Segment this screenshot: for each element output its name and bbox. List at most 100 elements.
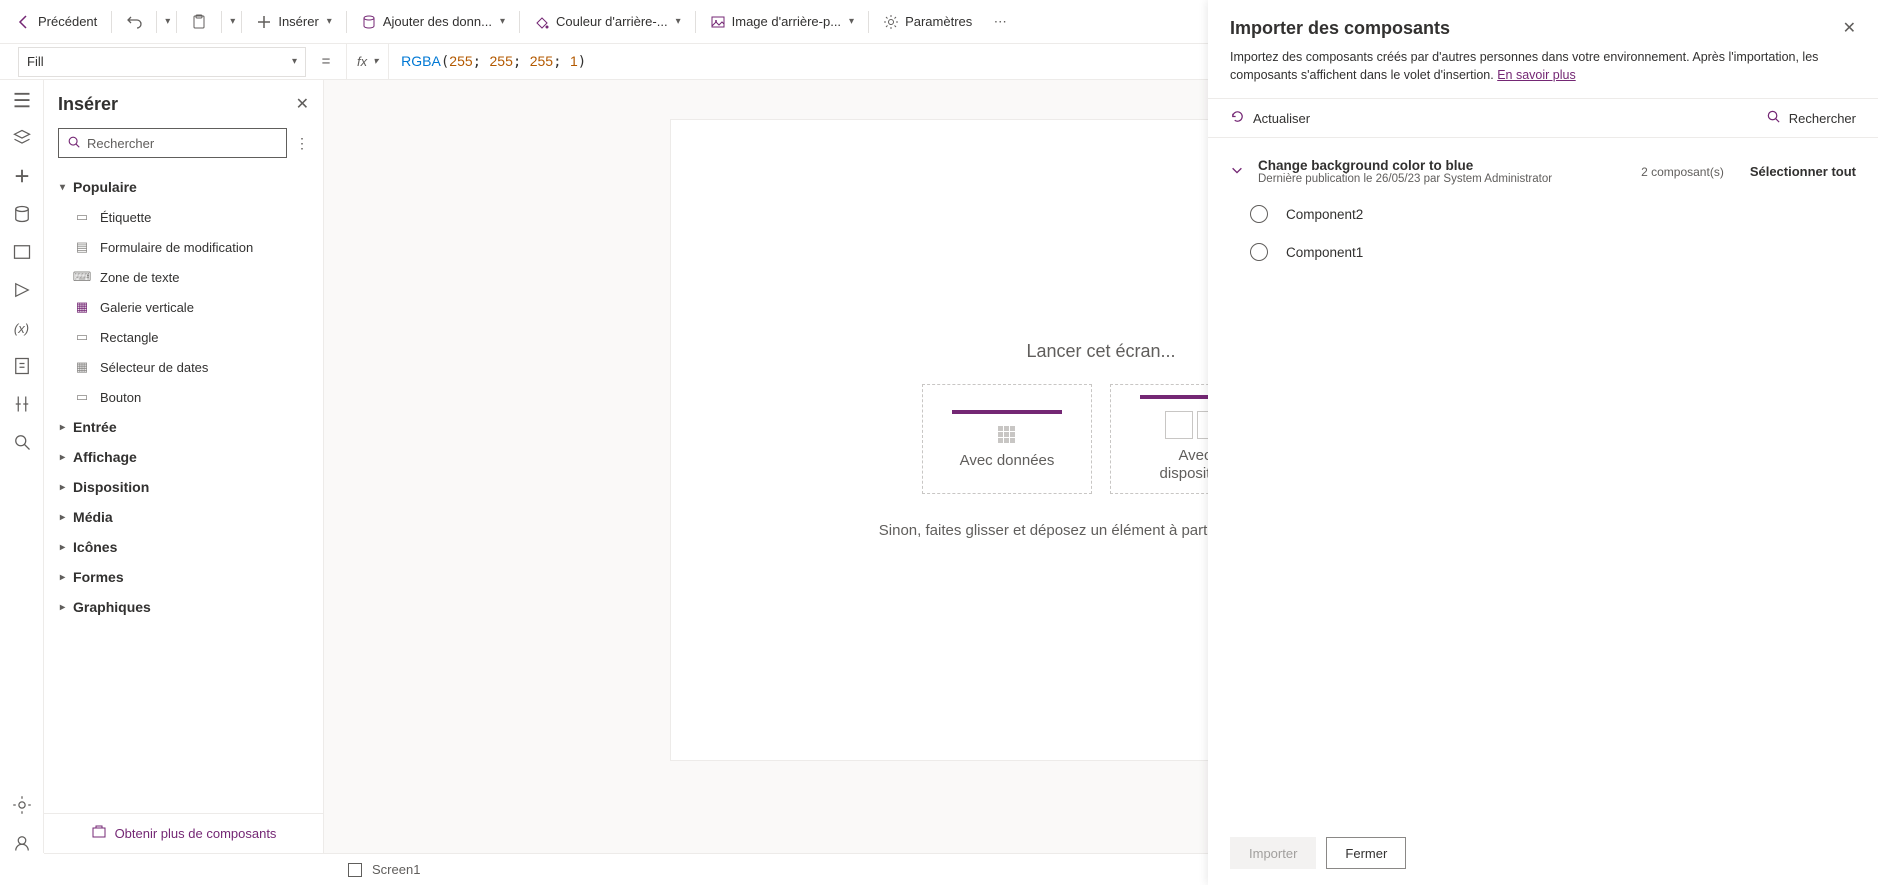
chevron-right-icon: ▸: [60, 572, 65, 583]
select-all-button[interactable]: Sélectionner tout: [1750, 164, 1856, 179]
media-rail-icon[interactable]: [12, 242, 32, 262]
component-row[interactable]: Component2: [1230, 195, 1856, 233]
learn-more-link[interactable]: En savoir plus: [1497, 68, 1576, 82]
group-layout[interactable]: ▸Disposition: [44, 472, 323, 502]
rectangle-icon: ▭: [74, 329, 90, 345]
search-placeholder: Rechercher: [87, 136, 154, 151]
arrow-left-icon: [16, 14, 32, 30]
separator: [346, 11, 347, 33]
item-datepicker[interactable]: ▦Sélecteur de dates: [44, 352, 323, 382]
insert-panel-header: Insérer ✕: [44, 80, 323, 128]
library-subtitle: Dernière publication le 26/05/23 par Sys…: [1258, 173, 1627, 185]
fill-icon: [534, 14, 550, 30]
get-more-label: Obtenir plus de composants: [115, 826, 277, 841]
layers-icon[interactable]: [12, 128, 32, 148]
component-row[interactable]: Component1: [1230, 233, 1856, 271]
chevron-down-icon: ▾: [849, 16, 854, 27]
property-name: Fill: [27, 54, 44, 69]
group-icons[interactable]: ▸Icônes: [44, 532, 323, 562]
group-charts[interactable]: ▸Graphiques: [44, 592, 323, 622]
item-label[interactable]: ▭Étiquette: [44, 202, 323, 232]
group-popular[interactable]: ▾ Populaire: [44, 172, 323, 202]
search-rail-icon[interactable]: [12, 432, 32, 452]
tests-rail-icon[interactable]: [12, 356, 32, 376]
back-button[interactable]: Précédent: [8, 9, 105, 35]
group-display[interactable]: ▸Affichage: [44, 442, 323, 472]
item-button[interactable]: ▭Bouton: [44, 382, 323, 412]
search-button[interactable]: Rechercher: [1766, 109, 1856, 127]
insert-title: Insérer: [58, 94, 118, 115]
search-icon: [67, 135, 81, 152]
bg-image-button[interactable]: Image d'arrière-p... ▾: [702, 9, 862, 35]
more-icon: ⋯: [992, 14, 1008, 30]
more-icon[interactable]: ⋮: [295, 135, 309, 152]
formula-input[interactable]: RGBA(255; 255; 255; 1): [389, 53, 598, 70]
grid-preview-icon: [998, 426, 1016, 444]
chevron-down-icon: ▾: [60, 182, 65, 193]
property-selector[interactable]: Fill ▾: [18, 47, 306, 77]
radio-unchecked-icon[interactable]: [1250, 205, 1268, 223]
bg-color-button[interactable]: Couleur d'arrière-... ▾: [526, 9, 689, 35]
chevron-right-icon: ▸: [60, 452, 65, 463]
item-edit-form[interactable]: ▤Formulaire de modification: [44, 232, 323, 262]
settings-label: Paramètres: [905, 14, 972, 29]
item-rectangle[interactable]: ▭Rectangle: [44, 322, 323, 352]
canvas-prompt: Lancer cet écran...: [1026, 341, 1175, 362]
screen-icon: [348, 863, 362, 877]
separator: [241, 11, 242, 33]
flyout-title: Importer des composants: [1230, 18, 1450, 39]
insert-rail-icon[interactable]: [12, 166, 32, 186]
close-button[interactable]: Fermer: [1326, 837, 1406, 869]
gear-icon: [883, 14, 899, 30]
radio-unchecked-icon[interactable]: [1250, 243, 1268, 261]
insert-tree: ▾ Populaire ▭Étiquette ▤Formulaire de mo…: [44, 168, 323, 813]
component-name: Component1: [1286, 245, 1363, 260]
close-icon[interactable]: ✕: [1843, 18, 1856, 38]
library-info: Change background color to blue Dernière…: [1258, 158, 1627, 185]
variables-rail-icon[interactable]: (x): [12, 318, 32, 338]
screen-name[interactable]: Screen1: [372, 862, 420, 877]
item-text-input[interactable]: ⌨Zone de texte: [44, 262, 323, 292]
insert-search-input[interactable]: Rechercher: [58, 128, 287, 158]
separator: [156, 11, 157, 33]
data-icon: [361, 14, 377, 30]
chevron-down-icon[interactable]: ▾: [230, 16, 235, 27]
bg-color-label: Couleur d'arrière-...: [556, 14, 668, 29]
separator: [695, 11, 696, 33]
group-entry[interactable]: ▸Entrée: [44, 412, 323, 442]
get-more-components[interactable]: Obtenir plus de composants: [44, 813, 323, 853]
settings-rail-icon[interactable]: [12, 795, 32, 815]
tree-view-icon[interactable]: [12, 90, 32, 110]
close-icon[interactable]: ✕: [296, 94, 309, 114]
component-library-row[interactable]: Change background color to blue Dernière…: [1230, 148, 1856, 195]
tools-rail-icon[interactable]: [12, 394, 32, 414]
insert-button[interactable]: Insérer ▾: [248, 9, 340, 35]
chevron-right-icon: ▸: [60, 602, 65, 613]
flyout-toolbar: Actualiser Rechercher: [1208, 98, 1878, 138]
overflow-button[interactable]: ⋯: [984, 9, 1016, 35]
flyout-header: Importer des composants ✕: [1208, 0, 1878, 49]
flows-rail-icon[interactable]: [12, 280, 32, 300]
item-gallery[interactable]: ▦Galerie verticale: [44, 292, 323, 322]
data-rail-icon[interactable]: [12, 204, 32, 224]
label-icon: ▭: [74, 209, 90, 225]
card-with-data[interactable]: Avec données: [922, 384, 1092, 494]
group-shapes[interactable]: ▸Formes: [44, 562, 323, 592]
paste-button[interactable]: [183, 9, 215, 35]
insert-label: Insérer: [278, 14, 318, 29]
feedback-rail-icon[interactable]: [12, 833, 32, 853]
card1-label: Avec données: [960, 452, 1055, 469]
settings-button[interactable]: Paramètres: [875, 9, 980, 35]
image-icon: [710, 14, 726, 30]
component-name: Component2: [1286, 207, 1363, 222]
chevron-down-icon[interactable]: ▾: [165, 16, 170, 27]
add-data-button[interactable]: Ajouter des donn... ▾: [353, 9, 513, 35]
separator: [519, 11, 520, 33]
chevron-down-icon: ▾: [292, 56, 297, 67]
import-button[interactable]: Importer: [1230, 837, 1316, 869]
group-media[interactable]: ▸Média: [44, 502, 323, 532]
undo-button[interactable]: [118, 9, 150, 35]
chevron-right-icon: ▸: [60, 422, 65, 433]
refresh-button[interactable]: Actualiser: [1230, 109, 1310, 127]
fx-button[interactable]: fx ▾: [346, 44, 389, 79]
